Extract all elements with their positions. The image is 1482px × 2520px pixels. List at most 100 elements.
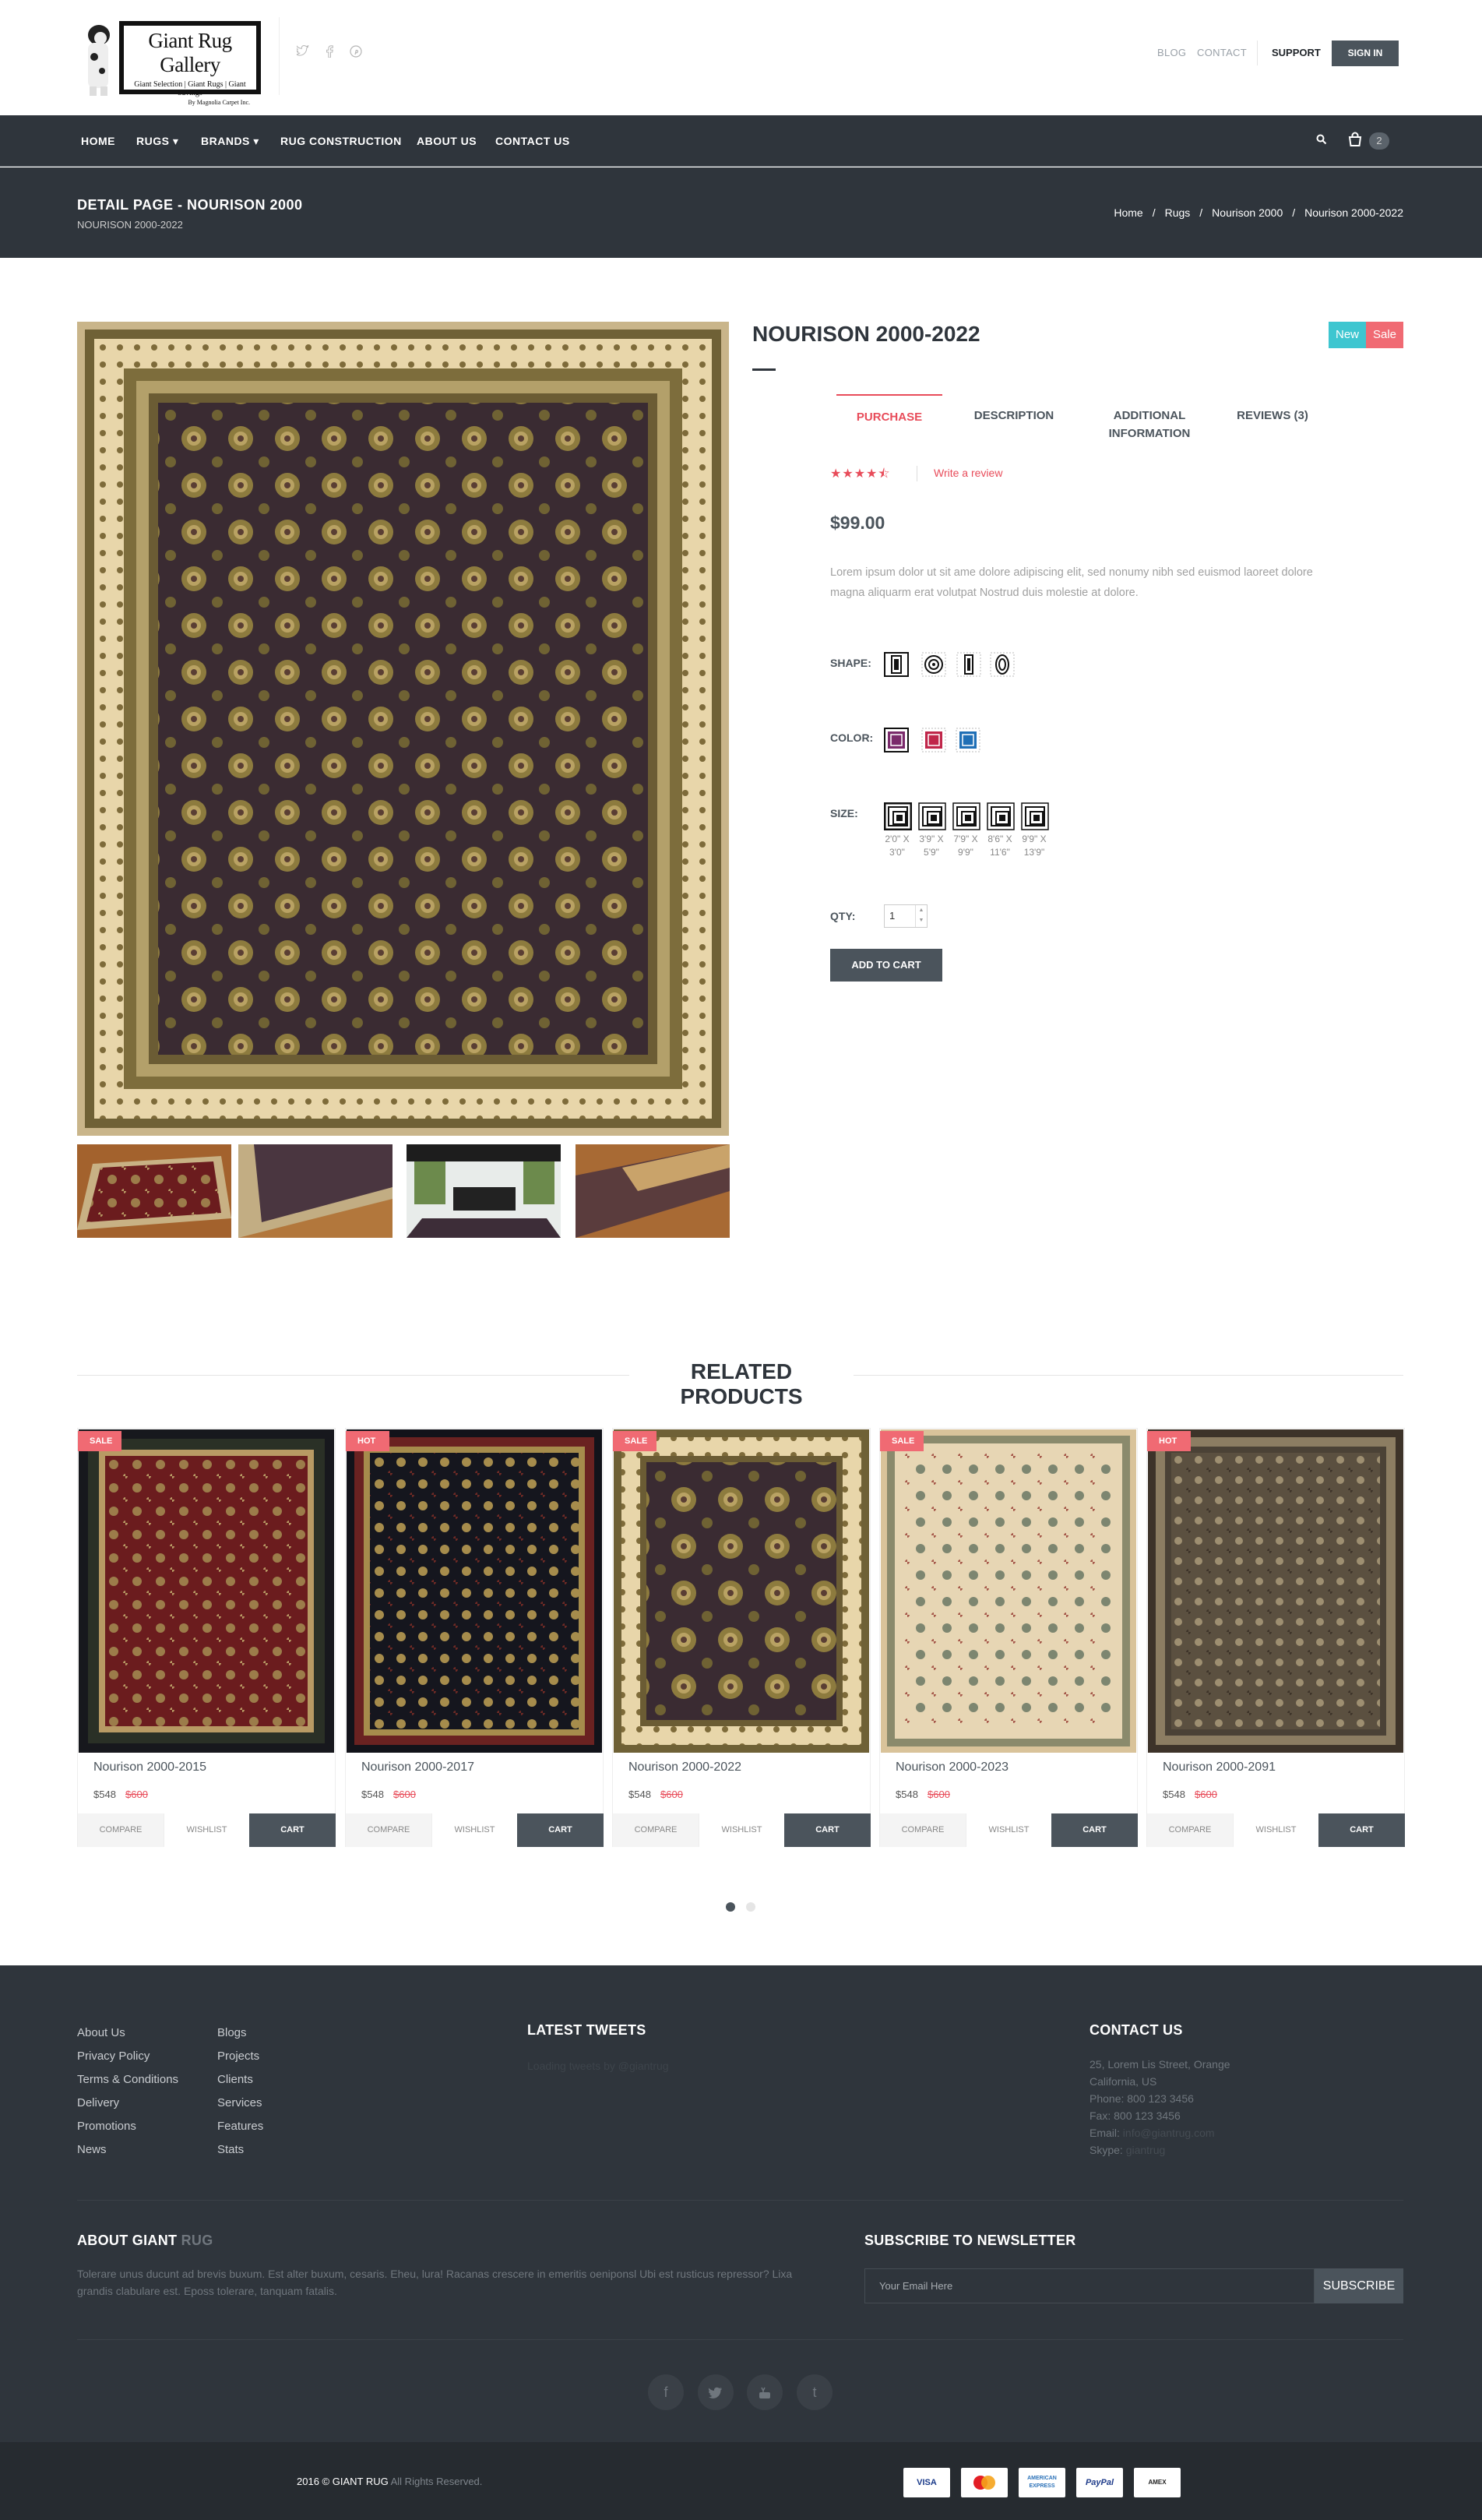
nav-home[interactable]: HOME xyxy=(81,135,115,147)
twitter-icon[interactable] xyxy=(698,2374,734,2410)
carousel-dot-active[interactable] xyxy=(726,1902,735,1912)
compare-button[interactable]: COMPARE xyxy=(346,1813,431,1847)
nav-rugs[interactable]: RUGS ▾ xyxy=(136,135,178,148)
youtube-icon[interactable] xyxy=(747,2374,783,2410)
footer-link[interactable]: Features xyxy=(217,2120,263,2133)
footer-link[interactable]: Promotions xyxy=(77,2120,136,2133)
product-name[interactable]: Nourison 2000-2022 xyxy=(628,1760,741,1775)
footer-link[interactable]: Stats xyxy=(217,2143,244,2156)
footer-link[interactable]: Clients xyxy=(217,2073,253,2086)
pinterest-icon[interactable] xyxy=(349,45,363,59)
product-thumbnail[interactable] xyxy=(407,1144,561,1238)
wishlist-button[interactable]: WISHLIST xyxy=(699,1813,784,1847)
breadcrumb-home[interactable]: Home xyxy=(1114,206,1142,219)
footer-link[interactable]: About Us xyxy=(77,2026,125,2039)
carousel-dot[interactable] xyxy=(746,1902,755,1912)
round-shape-icon[interactable] xyxy=(921,652,946,677)
wishlist-button[interactable]: WISHLIST xyxy=(966,1813,1051,1847)
footer-link[interactable]: Terms & Conditions xyxy=(77,2073,178,2086)
twitter-icon[interactable] xyxy=(294,44,310,59)
cart-button[interactable]: CART xyxy=(517,1813,604,1847)
email-link[interactable]: info@giantrug.com xyxy=(1123,2127,1215,2139)
quantity-stepper[interactable]: ▲ ▼ xyxy=(915,905,927,927)
product-price: $99.00 xyxy=(830,513,885,533)
size-option-icon[interactable] xyxy=(918,802,946,830)
size-option-icon[interactable] xyxy=(1021,802,1049,830)
contact-city: California, US xyxy=(1089,2075,1157,2088)
cart-button[interactable]: CART xyxy=(249,1813,336,1847)
facebook-icon[interactable]: f xyxy=(648,2374,684,2410)
contact-title: CONTACT US xyxy=(1089,2022,1183,2038)
wishlist-button[interactable]: WISHLIST xyxy=(164,1813,249,1847)
newsletter-email-input[interactable]: Your Email Here xyxy=(864,2268,1315,2303)
related-product-image[interactable] xyxy=(614,1429,869,1753)
wishlist-button[interactable]: WISHLIST xyxy=(1233,1813,1318,1847)
nav-brands[interactable]: BRANDS ▾ xyxy=(201,135,259,148)
logo[interactable]: Giant Rug Gallery Giant Selection | Gian… xyxy=(77,19,262,106)
write-review-link[interactable]: Write a review xyxy=(934,467,1002,479)
nav-about-us[interactable]: ABOUT US xyxy=(417,135,477,147)
subscribe-button[interactable]: SUBSCRIBE xyxy=(1315,2268,1403,2303)
related-product-image[interactable] xyxy=(1148,1429,1403,1753)
product-thumbnail[interactable] xyxy=(576,1144,730,1238)
related-product-card: SALE Nourison 2000-2022 $548 $600 COMPAR… xyxy=(612,1428,871,1847)
compare-button[interactable]: COMPARE xyxy=(880,1813,966,1847)
cart-count-badge[interactable]: 2 xyxy=(1369,132,1389,150)
contact-link[interactable]: CONTACT xyxy=(1197,47,1247,58)
footer-divider xyxy=(77,2200,1403,2201)
color-swatch-purple[interactable] xyxy=(884,728,909,752)
skype-link[interactable]: giantrug xyxy=(1126,2144,1166,2156)
facebook-icon[interactable] xyxy=(322,45,336,59)
cart-icon[interactable] xyxy=(1346,131,1364,152)
support-link[interactable]: SUPPORT xyxy=(1272,47,1321,58)
related-product-image[interactable] xyxy=(881,1429,1136,1753)
product-thumbnail[interactable] xyxy=(77,1144,231,1238)
related-product-image[interactable] xyxy=(79,1429,334,1753)
wishlist-button[interactable]: WISHLIST xyxy=(431,1813,517,1847)
latest-tweets-title: LATEST TWEETS xyxy=(527,2022,646,2038)
tab-additional-information[interactable]: ADDITIONAL INFORMATION xyxy=(1093,394,1206,442)
breadcrumb-rugs[interactable]: Rugs xyxy=(1165,206,1191,219)
runner-shape-icon[interactable] xyxy=(956,652,981,677)
footer-link[interactable]: Delivery xyxy=(77,2096,119,2109)
footer-link[interactable]: News xyxy=(77,2143,107,2156)
cart-button[interactable]: CART xyxy=(784,1813,871,1847)
product-thumbnail[interactable] xyxy=(238,1144,393,1238)
footer-link[interactable]: Privacy Policy xyxy=(77,2049,150,2063)
breadcrumb-collection[interactable]: Nourison 2000 xyxy=(1212,206,1283,219)
footer-link[interactable]: Services xyxy=(217,2096,262,2109)
footer-link[interactable]: Blogs xyxy=(217,2026,247,2039)
product-name[interactable]: Nourison 2000-2023 xyxy=(896,1760,1009,1775)
color-swatch-red[interactable] xyxy=(921,728,946,752)
size-option-label: 9'9" X 13'9" xyxy=(1022,834,1047,858)
product-name[interactable]: Nourison 2000-2091 xyxy=(1163,1760,1276,1775)
nav-contact-us[interactable]: CONTACT US xyxy=(495,135,570,147)
size-option-icon[interactable] xyxy=(884,802,912,830)
cart-button[interactable]: CART xyxy=(1318,1813,1405,1847)
oval-shape-icon[interactable] xyxy=(990,652,1015,677)
product-name[interactable]: Nourison 2000-2017 xyxy=(361,1760,474,1775)
size-option-icon[interactable] xyxy=(952,802,980,830)
add-to-cart-button[interactable]: ADD TO CART xyxy=(830,949,942,982)
tumblr-icon[interactable]: t xyxy=(797,2374,833,2410)
tab-reviews[interactable]: REVIEWS (3) xyxy=(1224,394,1321,442)
nav-rug-construction[interactable]: RUG CONSTRUCTION xyxy=(280,135,402,147)
related-product-image[interactable] xyxy=(347,1429,602,1753)
cart-button[interactable]: CART xyxy=(1051,1813,1138,1847)
product-name[interactable]: Nourison 2000-2015 xyxy=(93,1760,206,1775)
compare-button[interactable]: COMPARE xyxy=(78,1813,164,1847)
rectangle-shape-icon[interactable] xyxy=(884,652,909,677)
tab-description[interactable]: DESCRIPTION xyxy=(959,394,1068,442)
tab-purchase[interactable]: PURCHASE xyxy=(836,394,942,442)
size-option-icon[interactable] xyxy=(987,802,1015,830)
blog-link[interactable]: BLOG xyxy=(1157,47,1186,58)
sign-in-button[interactable]: SIGN IN xyxy=(1332,41,1399,66)
product-main-image[interactable] xyxy=(77,322,729,1136)
footer-link[interactable]: Projects xyxy=(217,2049,259,2063)
compare-button[interactable]: COMPARE xyxy=(1147,1813,1233,1847)
compare-button[interactable]: COMPARE xyxy=(613,1813,699,1847)
search-icon[interactable] xyxy=(1316,134,1327,149)
color-swatch-blue[interactable] xyxy=(956,728,980,752)
email-label: Email: xyxy=(1089,2127,1120,2139)
product-badge: SALE xyxy=(78,1431,121,1451)
